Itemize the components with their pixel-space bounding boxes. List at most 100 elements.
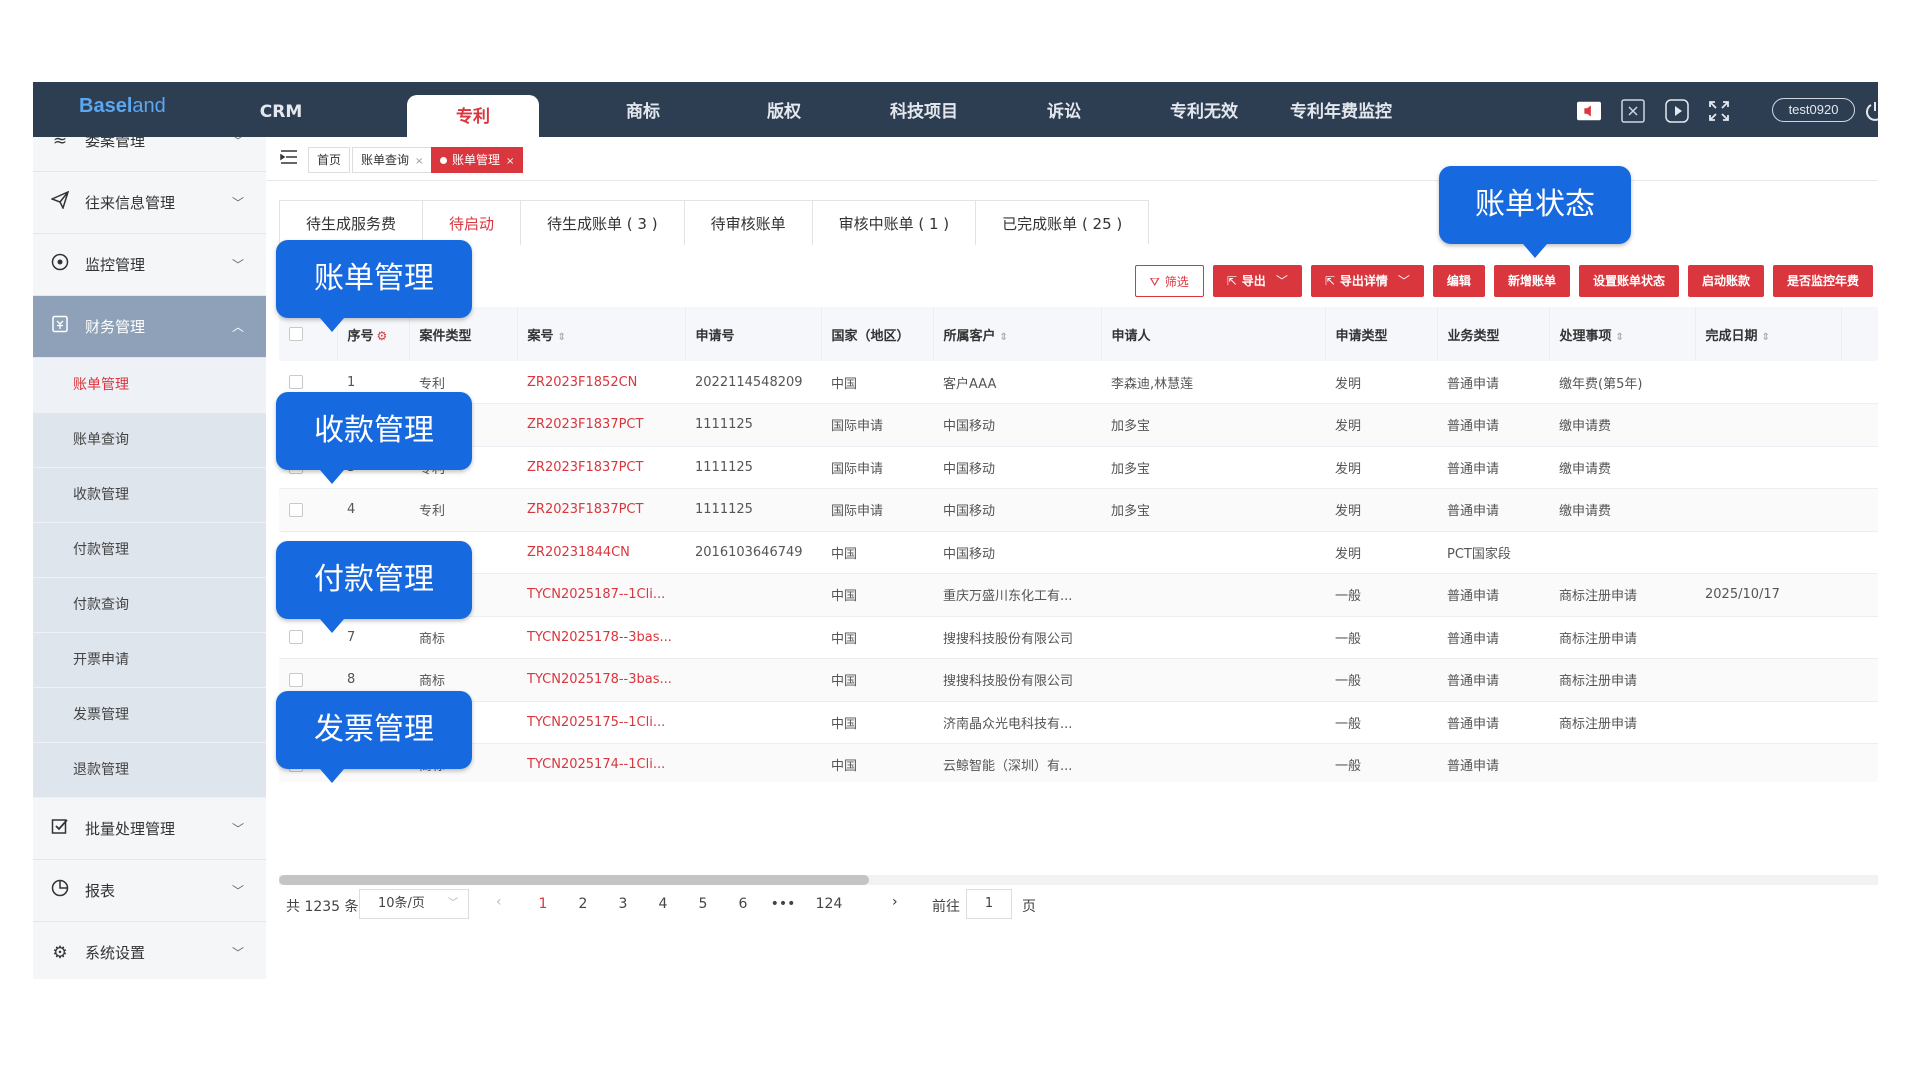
- table-row[interactable]: 8 商标 TYCN2025178--3bas... 中国 搜搜科技股份有限公司 一般 普通申…: [279, 658, 1878, 702]
- crumb-home[interactable]: 首页: [308, 147, 351, 173]
- export-detail-button[interactable]: ⇱ 导出详情 ﹀: [1310, 265, 1424, 297]
- page-1[interactable]: 1: [528, 896, 558, 912]
- case-no-link[interactable]: ZR2023F1837PCT: [517, 446, 685, 489]
- sort-icon[interactable]: ⇕: [1762, 332, 1770, 343]
- fullscreen-icon[interactable]: [1707, 99, 1731, 123]
- table-row[interactable]: 10商标TYCN2025174--1Cli...中国云鲸智能（深圳）有...一般…: [279, 743, 1878, 782]
- nav-trademark[interactable]: 商标: [578, 82, 708, 137]
- menu-toggle-icon[interactable]: [280, 149, 298, 170]
- close-window-icon[interactable]: [1621, 99, 1645, 123]
- page-4[interactable]: 4: [648, 896, 678, 912]
- filter-button[interactable]: ⛛ 筛选: [1134, 265, 1204, 297]
- new-bill-button[interactable]: 新增账单: [1493, 265, 1570, 297]
- nav-patent[interactable]: 专利: [407, 95, 539, 137]
- row-checkbox[interactable]: [289, 502, 303, 517]
- case-no-link[interactable]: TYCN2025175--1Cli...: [517, 701, 685, 744]
- page-size-select[interactable]: 10条/页 ﹀: [359, 889, 469, 919]
- row-checkbox[interactable]: [289, 375, 303, 389]
- horizontal-scrollbar[interactable]: [279, 875, 1878, 885]
- sidebar-item-invoice-apply[interactable]: 开票申请: [33, 633, 266, 688]
- table-row[interactable]: 9商标TYCN2025175--1Cli...中国济南晶众光电科技有...一般普…: [279, 701, 1878, 744]
- col-client[interactable]: 所属客户 ⇕: [933, 307, 1102, 361]
- set-bill-status-button[interactable]: 设置账单状态: [1578, 265, 1679, 297]
- nav-litigation[interactable]: 诉讼: [999, 82, 1129, 137]
- next-page-icon[interactable]: ›: [892, 894, 898, 910]
- case-no-link[interactable]: TYCN2025178--3bas...: [517, 616, 685, 659]
- table-row[interactable]: 1 专利 ZR2023F1852CN 2022114548209 中国 客户AAA 李森迪,…: [279, 361, 1878, 404]
- col-task[interactable]: 处理事项 ⇕: [1549, 307, 1696, 361]
- tab-in-review[interactable]: 审核中账单 ( 1 ): [812, 201, 977, 245]
- case-no-link[interactable]: TYCN2025187--1Cli...: [517, 573, 685, 617]
- sidebar-group-correspondence[interactable]: 往来信息管理 ﹀: [33, 172, 266, 234]
- page-6[interactable]: 6: [728, 896, 758, 912]
- sound-icon[interactable]: [1577, 99, 1601, 123]
- page-last[interactable]: 124: [814, 896, 844, 912]
- nav-copyright[interactable]: 版权: [719, 82, 849, 137]
- sidebar-item-invoice-mgmt[interactable]: 发票管理: [33, 688, 266, 743]
- close-icon[interactable]: ×: [415, 156, 423, 167]
- sidebar-group-monitor[interactable]: 监控管理 ﹀: [33, 234, 266, 296]
- export-button[interactable]: ⇱ 导出 ﹀: [1212, 265, 1302, 297]
- row-checkbox[interactable]: [289, 672, 303, 687]
- close-icon[interactable]: ×: [506, 156, 514, 167]
- col-done-date[interactable]: 完成日期 ⇕: [1695, 307, 1842, 361]
- crumb-bill-query[interactable]: 账单查询 ×: [352, 147, 433, 173]
- nav-tech-project[interactable]: 科技项目: [859, 82, 989, 137]
- sidebar-group-finance[interactable]: 财务管理 ︿: [33, 296, 266, 358]
- page-3[interactable]: 3: [608, 896, 638, 912]
- table-row[interactable]: 6商标TYCN2025187--1Cli...中国重庆万盛川东化工有...一般普…: [279, 573, 1878, 617]
- sidebar-item-payment-mgmt[interactable]: 付款管理: [33, 523, 266, 578]
- sort-icon[interactable]: ⇕: [1000, 332, 1008, 343]
- power-icon[interactable]: [1863, 99, 1878, 123]
- table-row[interactable]: 2专利ZR2023F1837PCT1111125国际申请中国移动加多宝发明普通申…: [279, 403, 1878, 447]
- sidebar-item-payment-query[interactable]: 付款查询: [33, 578, 266, 633]
- sidebar-group-report[interactable]: 报表 ﹀: [33, 860, 266, 922]
- case-no-link[interactable]: ZR2023F1837PCT: [517, 403, 685, 447]
- sidebar-group-batch[interactable]: 批量处理管理 ﹀: [33, 798, 266, 860]
- goto-page-input[interactable]: 1: [966, 889, 1012, 919]
- col-case-no[interactable]: 案号 ⇕: [517, 307, 686, 361]
- nav-patent-invalid[interactable]: 专利无效: [1139, 82, 1269, 137]
- row-checkbox[interactable]: [289, 630, 303, 645]
- sort-icon[interactable]: ⇕: [1616, 332, 1624, 343]
- play-icon[interactable]: [1665, 99, 1689, 123]
- tab-completed[interactable]: 已完成账单 ( 25 ): [976, 201, 1149, 245]
- tab-pending-start[interactable]: 待启动: [423, 201, 522, 245]
- sidebar-item-bill-mgmt[interactable]: 账单管理: [33, 358, 266, 413]
- table-row[interactable]: 3专利ZR2023F1837PCT1111125国际申请中国移动加多宝发明普通申…: [279, 446, 1878, 489]
- page-ellipsis[interactable]: •••: [768, 896, 798, 912]
- sidebar-item-receipt-mgmt[interactable]: 收款管理: [33, 468, 266, 523]
- monitor-annuity-button[interactable]: 是否监控年费: [1772, 265, 1873, 297]
- nav-annuity-monitor[interactable]: 专利年费监控: [1251, 82, 1431, 137]
- scrollbar-thumb[interactable]: [279, 875, 869, 885]
- nav-crm[interactable]: CRM: [231, 82, 331, 137]
- gear-icon[interactable]: ⚙: [377, 329, 388, 343]
- chevron-down-icon: ﹀: [448, 898, 458, 909]
- sort-icon[interactable]: ⇕: [558, 332, 566, 343]
- table-row[interactable]: 7 商标 TYCN2025178--3bas... 中国 搜搜科技股份有限公司 一般 普通申…: [279, 616, 1878, 659]
- header-label: 序号: [347, 328, 374, 344]
- case-no-link[interactable]: ZR2023F1852CN: [517, 361, 685, 404]
- crumb-bill-mgmt[interactable]: 账单管理 ×: [431, 147, 524, 173]
- user-badge[interactable]: test0920: [1772, 98, 1855, 122]
- table-row[interactable]: 5专利ZR20231844CN2016103646749中国中国移动发明PCT国…: [279, 531, 1878, 574]
- select-all-checkbox[interactable]: [289, 327, 303, 341]
- sidebar-item-refund-mgmt[interactable]: 退款管理: [33, 743, 266, 798]
- page-5[interactable]: 5: [688, 896, 718, 912]
- tab-pending-service-fee[interactable]: 待生成服务费: [280, 201, 424, 245]
- case-no-link[interactable]: TYCN2025178--3bas...: [517, 658, 685, 702]
- case-no-link[interactable]: ZR20231844CN: [517, 531, 685, 574]
- sidebar-item-bill-query[interactable]: 账单查询: [33, 413, 266, 468]
- start-collection-button[interactable]: 启动账款: [1687, 265, 1764, 297]
- table-row[interactable]: 4 专利 ZR2023F1837PCT 1111125 国际申请 中国移动 加多宝 发明 普通申…: [279, 488, 1878, 532]
- sidebar-group-settings[interactable]: ⚙ 系统设置 ﹀: [33, 922, 266, 979]
- sidebar-group-case[interactable]: ≈ 委案管理 ﹀: [33, 137, 266, 172]
- tab-pending-review[interactable]: 待审核账单: [684, 201, 813, 245]
- page-2[interactable]: 2: [568, 896, 598, 912]
- tab-pending-generate[interactable]: 待生成账单 ( 3 ): [521, 201, 685, 245]
- table-cell: [1841, 743, 1878, 782]
- case-no-link[interactable]: ZR2023F1837PCT: [517, 488, 685, 532]
- edit-button[interactable]: 编辑: [1432, 265, 1485, 297]
- case-no-link[interactable]: TYCN2025174--1Cli...: [517, 743, 685, 782]
- prev-page-icon[interactable]: ‹: [496, 894, 502, 910]
